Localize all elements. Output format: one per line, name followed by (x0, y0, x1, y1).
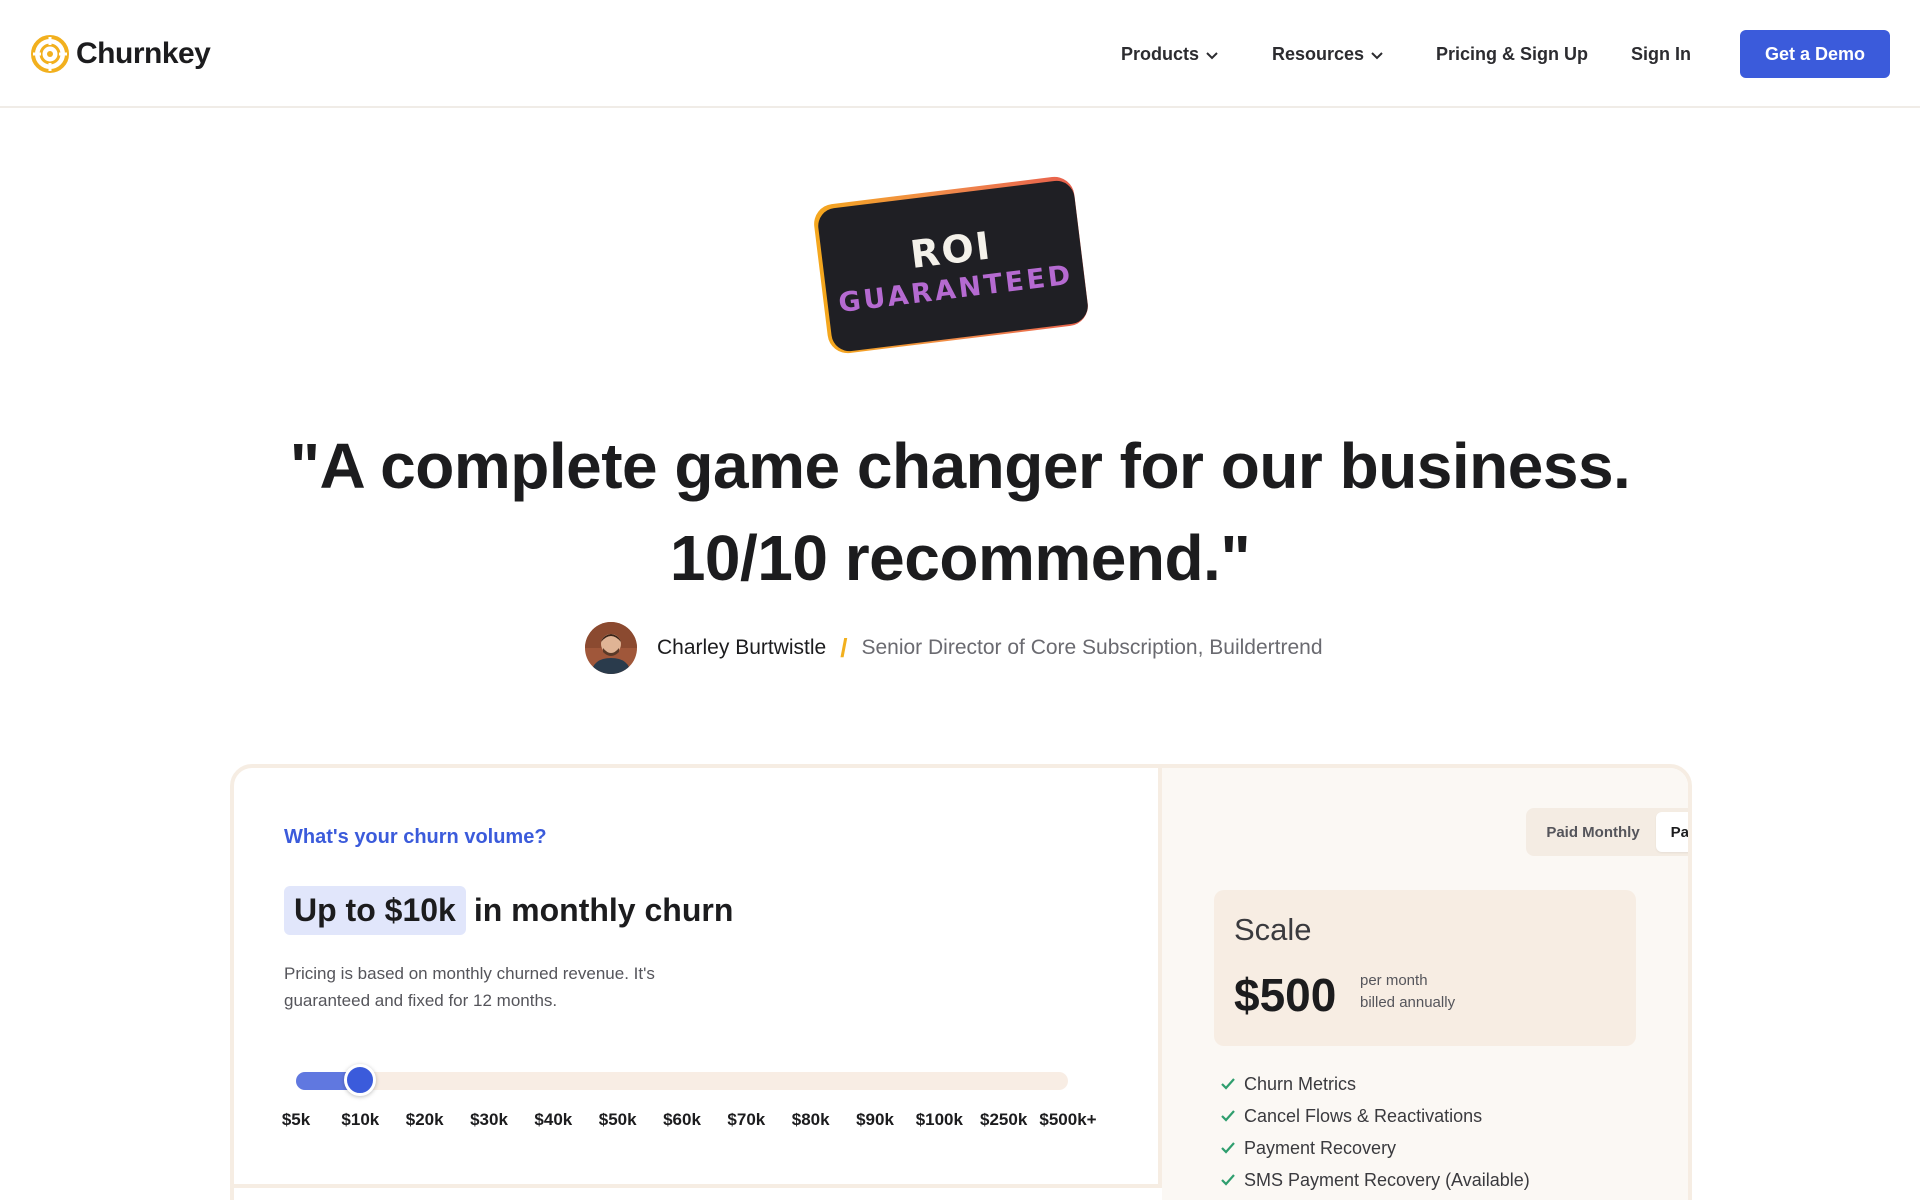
churn-volume-panel: What's your churn volume? Up to $10k in … (234, 768, 1162, 1188)
testimonial-quote: "A complete game changer for our busines… (200, 420, 1720, 604)
churnkey-logo-icon (31, 35, 69, 73)
slider-tick-label[interactable]: $80k (792, 1110, 830, 1130)
check-icon (1221, 1078, 1235, 1090)
roi-guaranteed-badge: ROI GUARANTEED (811, 174, 1100, 356)
nav-sign-in[interactable]: Sign In (1631, 44, 1691, 65)
avatar-image (585, 622, 637, 674)
plan-name: Scale (1234, 912, 1312, 947)
churn-slider-track[interactable] (296, 1072, 1068, 1090)
get-demo-button[interactable]: Get a Demo (1740, 30, 1890, 78)
slider-tick-label[interactable]: $500k+ (1039, 1110, 1096, 1130)
feature-label: SMS Payment Recovery (Available) (1244, 1169, 1530, 1190)
pricing-card: What's your churn volume? Up to $10k in … (230, 764, 1692, 1200)
feature-list: Churn Metrics Cancel Flows & Reactivation… (1218, 1068, 1530, 1200)
paid-monthly-option[interactable]: Paid Monthly (1530, 812, 1656, 852)
attribution-separator: / (840, 632, 848, 663)
avatar (585, 622, 637, 674)
slider-tick-label[interactable]: $100k (916, 1110, 963, 1130)
quote-line-1: "A complete game changer for our busines… (289, 430, 1631, 502)
check-icon (1221, 1174, 1235, 1186)
nav-products-label: Products (1121, 44, 1200, 64)
slider-tick-label[interactable]: $10k (341, 1110, 379, 1130)
nav-resources[interactable]: Resources (1272, 44, 1384, 65)
author-name: Charley Burtwistle (657, 636, 827, 659)
feature-label: Payment Recovery (1244, 1137, 1397, 1158)
slider-tick-label[interactable]: $250k (980, 1110, 1027, 1130)
plan-per-month: per month (1360, 972, 1428, 989)
churn-volume-question: What's your churn volume? (284, 826, 547, 848)
slider-tick-label[interactable]: $20k (406, 1110, 444, 1130)
billing-toggle: Paid Monthly Paid Annually (1526, 808, 1688, 856)
feature-item: Payment Recovery (1218, 1132, 1530, 1164)
slider-tick-label[interactable]: $60k (663, 1110, 701, 1130)
plan-price: $500 (1234, 969, 1337, 1021)
slider-tick-label[interactable]: $70k (727, 1110, 765, 1130)
pricing-description: Pricing is based on monthly churned reve… (284, 964, 655, 1010)
feature-label: Cancel Flows & Reactivations (1244, 1105, 1483, 1126)
check-icon (1221, 1110, 1235, 1122)
plan-panel: Paid Monthly Paid Annually Scale $500 pe… (1162, 768, 1688, 1200)
slider-tick-label[interactable]: $50k (599, 1110, 637, 1130)
badge-roi-text: ROI (907, 222, 995, 277)
plan-billing-note: per month billed annually (1360, 970, 1455, 1014)
churn-amount-highlight: Up to $10k (284, 886, 466, 935)
chevron-down-icon (1206, 51, 1218, 59)
logo[interactable]: Churnkey (30, 34, 211, 74)
feature-label: Churn Metrics (1244, 1073, 1357, 1094)
nav-products[interactable]: Products (1121, 44, 1219, 65)
author-title: Senior Director of Core Subscription, Bu… (861, 636, 1323, 659)
churn-amount-suffix: in monthly churn (473, 892, 734, 928)
chevron-down-icon (1371, 51, 1383, 59)
testimonial-attribution: Charley Burtwistle / Senior Director of … (585, 622, 1323, 674)
churn-slider-thumb[interactable] (344, 1064, 377, 1096)
plan-billed-annually: billed annually (1360, 994, 1456, 1011)
feature-item: Cancel Flows & Reactivations (1218, 1100, 1530, 1132)
quote-line-2: 10/10 recommend." (669, 522, 1251, 594)
slider-tick-label[interactable]: $40k (534, 1110, 572, 1130)
check-icon (1221, 1142, 1235, 1154)
feature-item: SMS Payment Recovery (Available) (1218, 1164, 1530, 1196)
slider-tick-label[interactable]: $5k (282, 1110, 310, 1130)
top-nav: Churnkey Products Resources Pricing & Si… (0, 0, 1920, 108)
slider-tick-label[interactable]: $30k (470, 1110, 508, 1130)
nav-resources-label: Resources (1272, 44, 1365, 64)
paid-annually-option[interactable]: Paid Annually (1656, 812, 1688, 852)
feature-item: Feedback AI (Available) (1218, 1196, 1530, 1200)
logo-text: Churnkey (76, 37, 211, 70)
slider-tick-label[interactable]: $90k (856, 1110, 894, 1130)
churn-amount-line: Up to $10k in monthly churn (284, 886, 733, 935)
feature-item: Churn Metrics (1218, 1068, 1530, 1100)
plan-summary: Scale $500 per month billed annually (1214, 890, 1636, 1046)
nav-pricing[interactable]: Pricing & Sign Up (1436, 44, 1588, 65)
